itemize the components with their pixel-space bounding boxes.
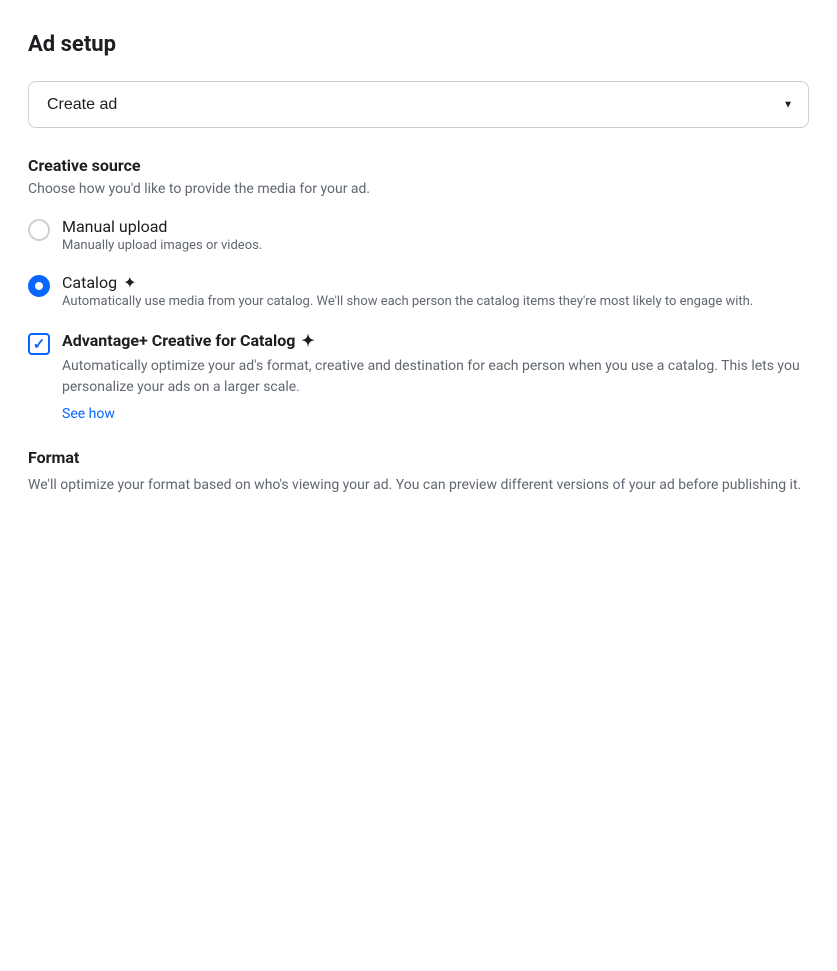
creative-source-description: Choose how you'd like to provide the med… [28, 181, 809, 197]
advantage-creative-checkbox[interactable]: ✓ [28, 333, 50, 355]
advantage-creative-description: Automatically optimize your ad's format,… [62, 356, 809, 398]
advantage-creative-title: Advantage+ Creative for Catalog ✦ [62, 331, 809, 350]
creative-source-section: Creative source Choose how you'd like to… [28, 156, 809, 309]
page-title: Ad setup [28, 32, 809, 57]
format-description: We'll optimize your format based on who'… [28, 475, 809, 497]
ad-setup-dropdown-container: Create ad Use existing post ▼ [28, 81, 809, 128]
catalog-label: Catalog ✦ [62, 273, 753, 292]
catalog-radio-button[interactable] [28, 275, 50, 297]
manual-upload-label: Manual upload [62, 217, 262, 236]
checkmark-icon: ✓ [33, 337, 46, 352]
manual-upload-radio-button[interactable] [28, 219, 50, 241]
advantage-creative-section: ✓ Advantage+ Creative for Catalog ✦ Auto… [28, 329, 809, 424]
manual-upload-radio-option[interactable]: Manual upload Manually upload images or … [28, 217, 809, 253]
format-section: Format We'll optimize your format based … [28, 448, 809, 497]
create-ad-dropdown-wrapper[interactable]: Create ad Use existing post ▼ [28, 81, 809, 128]
see-how-link[interactable]: See how [62, 406, 809, 422]
format-title: Format [28, 448, 809, 467]
advantage-creative-spark-icon: ✦ [301, 331, 314, 350]
creative-source-title: Creative source [28, 156, 809, 175]
catalog-text: Catalog ✦ Automatically use media from y… [62, 273, 753, 309]
catalog-radio-option[interactable]: Catalog ✦ Automatically use media from y… [28, 273, 809, 309]
catalog-spark-icon: ✦ [123, 273, 136, 292]
advantage-creative-content: Advantage+ Creative for Catalog ✦ Automa… [62, 331, 809, 422]
create-ad-select[interactable]: Create ad Use existing post [28, 81, 809, 128]
catalog-sublabel: Automatically use media from your catalo… [62, 294, 753, 309]
manual-upload-sublabel: Manually upload images or videos. [62, 238, 262, 253]
manual-upload-text: Manual upload Manually upload images or … [62, 217, 262, 253]
